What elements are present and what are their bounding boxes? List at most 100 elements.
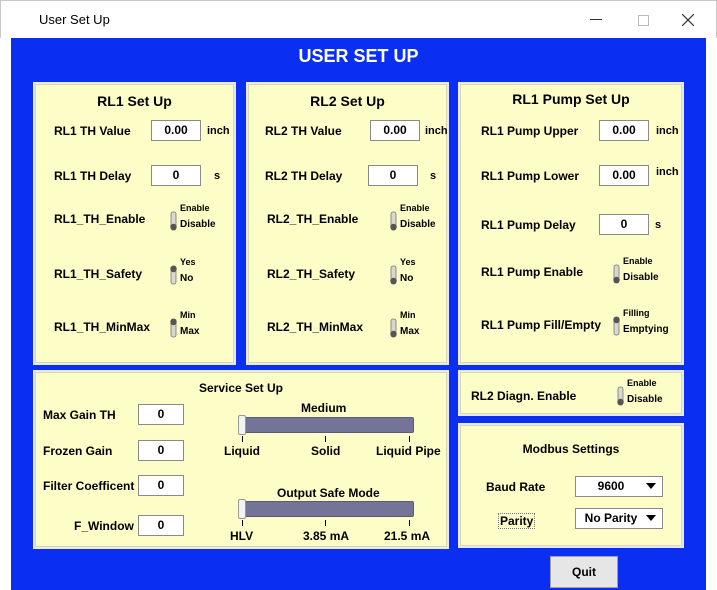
- toggle-off-label: Disable: [400, 219, 436, 230]
- toggle-switch-icon: [390, 318, 397, 338]
- maximize-icon[interactable]: [620, 1, 666, 39]
- rl2-diag-toggle[interactable]: Enable Disable: [616, 378, 676, 412]
- fwindow-input[interactable]: 0: [138, 515, 184, 536]
- rl1-th-enable-label: RL1_TH_Enable: [54, 212, 146, 226]
- pump-enable-toggle[interactable]: Enable Disable: [612, 256, 672, 290]
- safe-option-215: 21.5 mA: [384, 529, 431, 543]
- rl2-th-delay-label: RL2 TH Delay: [265, 169, 343, 183]
- pump-fill-toggle[interactable]: Filling Emptying: [612, 308, 682, 342]
- rl2-th-value-unit: inch: [425, 125, 448, 137]
- pump-upper-input[interactable]: 0.00: [599, 120, 649, 141]
- toggle-off-label: Max: [400, 326, 420, 337]
- safe-mode-slider-track[interactable]: [238, 501, 414, 517]
- medium-label: Medium: [301, 401, 347, 415]
- medium-option-solid: Solid: [311, 444, 341, 458]
- fwindow-label: F_Window: [74, 519, 134, 533]
- page-title: USER SET UP: [298, 46, 419, 66]
- chevron-down-icon: [646, 515, 656, 521]
- rl1-th-value-unit: inch: [207, 125, 230, 137]
- rl2-th-enable-toggle[interactable]: Enable Disable: [389, 203, 449, 237]
- toggle-off-label: No: [180, 273, 194, 284]
- toggle-switch-icon: [617, 386, 624, 406]
- safe-option-385: 3.85 mA: [303, 529, 350, 543]
- rl1-th-value-label: RL1 TH Value: [54, 124, 131, 138]
- baud-rate-value: 9600: [597, 479, 625, 493]
- rl1-panel-title: RL1 Set Up: [97, 93, 172, 109]
- parity-label: Parity: [498, 513, 536, 529]
- pump-delay-label: RL1 Pump Delay: [481, 218, 576, 232]
- filter-label: Filter Coefficent: [43, 479, 135, 493]
- baud-rate-select[interactable]: 9600: [575, 476, 663, 497]
- minimize-icon[interactable]: [573, 1, 619, 39]
- rl1-th-delay-input[interactable]: 0: [151, 165, 201, 186]
- rl2-diag-label: RL2 Diagn. Enable: [471, 389, 577, 403]
- safe-mode-tick: [242, 520, 243, 526]
- rl2-setup-panel: RL2 Set Up RL2 TH Value 0.00 inch RL2 TH…: [246, 82, 449, 365]
- baud-rate-label: Baud Rate: [486, 480, 546, 494]
- toggle-on-label: Enable: [623, 256, 653, 266]
- window-title: User Set Up: [39, 12, 110, 27]
- toggle-switch-icon: [390, 211, 397, 231]
- pump-delay-input[interactable]: 0: [599, 214, 649, 235]
- toggle-on-label: Enable: [627, 378, 657, 388]
- parity-value: No Parity: [584, 511, 638, 525]
- toggle-on-label: Min: [400, 310, 416, 320]
- pump-setup-panel: RL1 Pump Set Up RL1 Pump Upper 0.00 inch…: [458, 82, 684, 365]
- rl1-setup-panel: RL1 Set Up RL1 TH Value 0.00 inch RL1 TH…: [33, 82, 236, 365]
- service-panel-title: Service Set Up: [198, 381, 284, 395]
- toggle-on-label: Enable: [400, 203, 430, 213]
- rl1-th-enable-toggle[interactable]: Enable Disable: [169, 203, 229, 237]
- safe-mode-slider-thumb[interactable]: [238, 499, 246, 519]
- medium-slider-thumb[interactable]: [238, 415, 246, 435]
- client-area: USER SET UP RL1 Set Up RL1 TH Value 0.00…: [11, 38, 706, 590]
- toggle-on-label: Yes: [400, 257, 416, 267]
- toggle-off-label: Emptying: [623, 324, 669, 335]
- window-titlebar: User Set Up: [0, 0, 717, 38]
- toggle-off-label: Disable: [180, 219, 216, 230]
- close-icon[interactable]: [665, 1, 711, 39]
- toggle-off-label: Max: [180, 326, 200, 337]
- rl2-th-delay-unit: s: [430, 170, 437, 182]
- rl2-th-safety-toggle[interactable]: Yes No: [389, 257, 449, 291]
- medium-tick: [325, 436, 326, 442]
- toggle-switch-icon: [390, 265, 397, 285]
- pump-upper-label: RL1 Pump Upper: [481, 124, 579, 138]
- rl1-th-value-input[interactable]: 0.00: [151, 120, 201, 141]
- chevron-down-icon: [646, 483, 656, 489]
- toggle-switch-icon: [170, 211, 177, 231]
- pump-lower-label: RL1 Pump Lower: [481, 169, 580, 183]
- toggle-on-label: Yes: [180, 257, 196, 267]
- rl2-panel-title: RL2 Set Up: [310, 93, 385, 109]
- rl1-th-minmax-toggle[interactable]: Min Max: [169, 310, 229, 344]
- rl2-th-value-input[interactable]: 0.00: [370, 120, 420, 141]
- rl1-th-safety-label: RL1_TH_Safety: [54, 267, 143, 281]
- safe-mode-tick: [325, 520, 326, 526]
- modbus-panel: Modbus Settings Baud Rate 9600 Parity No…: [458, 423, 684, 548]
- rl2-th-value-label: RL2 TH Value: [265, 124, 342, 138]
- toggle-switch-icon: [170, 318, 177, 338]
- toggle-off-label: No: [400, 273, 414, 284]
- frozen-gain-input[interactable]: 0: [138, 440, 184, 461]
- parity-select[interactable]: No Parity: [575, 508, 663, 529]
- medium-option-liquid-pipe: Liquid Pipe: [376, 444, 441, 458]
- safe-mode-label: Output Safe Mode: [277, 486, 380, 500]
- filter-input[interactable]: 0: [138, 475, 184, 496]
- medium-slider-track[interactable]: [238, 417, 414, 433]
- max-gain-label: Max Gain TH: [43, 408, 116, 422]
- rl1-th-safety-toggle[interactable]: Yes No: [169, 257, 229, 291]
- medium-tick: [242, 436, 243, 442]
- quit-button[interactable]: Quit: [550, 556, 618, 588]
- pump-panel-title: RL1 Pump Set Up: [512, 91, 630, 107]
- max-gain-input[interactable]: 0: [138, 404, 184, 425]
- rl2-th-delay-input[interactable]: 0: [368, 165, 418, 186]
- toggle-on-label: Enable: [180, 203, 210, 213]
- toggle-switch-icon: [613, 316, 620, 336]
- toggle-off-label: Disable: [627, 394, 663, 405]
- safe-mode-tick: [409, 520, 410, 526]
- toggle-on-label: Filling: [623, 308, 650, 318]
- rl2-th-minmax-toggle[interactable]: Min Max: [389, 310, 449, 344]
- pump-lower-input[interactable]: 0.00: [599, 165, 649, 186]
- pump-delay-unit: s: [655, 219, 662, 231]
- service-setup-panel: Service Set Up Max Gain TH 0 Frozen Gain…: [33, 370, 449, 549]
- medium-tick: [409, 436, 410, 442]
